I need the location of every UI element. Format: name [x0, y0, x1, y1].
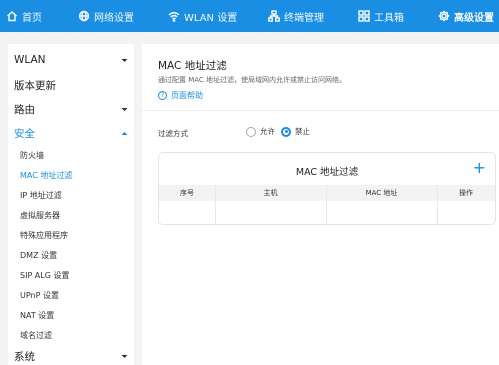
nav-advanced-settings-label: 高级设置 [454, 12, 494, 24]
column-divider [326, 185, 327, 224]
column-header-action: 操作 [459, 189, 473, 197]
page-description: 通过配置 MAC 地址过滤，使局域网内允许或禁止访问网络。 [158, 76, 347, 84]
radio-allow[interactable]: 允许 [246, 126, 275, 137]
radio-circle[interactable] [246, 126, 256, 137]
radio-deny-label: 禁止 [295, 127, 310, 136]
nav-advanced-settings[interactable]: 高级设置 [438, 0, 494, 32]
gear-icon [438, 10, 450, 22]
main-panel: MAC 地址过滤 通过配置 MAC 地址过滤，使局域网内允许或禁止访问网络。 ?… [142, 44, 499, 365]
column-divider [215, 185, 216, 224]
page-title: MAC 地址过滤 [158, 60, 227, 72]
radio-circle-selected[interactable] [281, 126, 291, 137]
sidebar-item-virtual-server[interactable]: 虚拟服务器 [20, 210, 128, 221]
column-header-host: 主机 [263, 189, 278, 197]
nav-network-settings-label: 网络设置 [94, 12, 134, 24]
sidebar-item-dmz[interactable]: DMZ 设置 [20, 250, 128, 261]
sidebar-item-ip-filter[interactable]: IP 地址过滤 [20, 190, 128, 201]
sidebar: WLAN 版本更新 路由 安全 防火墙 MAC 地址过滤 IP 地址过滤 虚拟服… [8, 44, 134, 365]
sidebar-item-label: 路由 [14, 104, 35, 116]
sidebar-item-firmware-update[interactable]: 版本更新 [14, 78, 128, 93]
sidebar-item-wlan[interactable]: WLAN [14, 54, 128, 66]
table-body-empty [159, 201, 495, 224]
radio-deny[interactable]: 禁止 [281, 126, 310, 137]
sidebar-item-label: SIP ALG 设置 [20, 271, 70, 280]
sidebar-item-label: 安全 [14, 128, 35, 140]
divider [142, 110, 499, 111]
sidebar-item-label: 虚拟服务器 [20, 211, 60, 220]
column-header-index: 序号 [180, 189, 194, 197]
sidebar-item-label: UPnP 设置 [20, 291, 59, 300]
sidebar-item-sip-alg[interactable]: SIP ALG 设置 [20, 270, 128, 281]
home-icon [7, 11, 17, 22]
sidebar-item-label: 版本更新 [14, 80, 56, 92]
nav-network-settings[interactable]: 网络设置 [78, 0, 134, 32]
sidebar-item-system[interactable]: 系统 [14, 349, 128, 364]
nav-home-label: 首页 [22, 12, 42, 24]
nav-wlan-settings-label: WLAN 设置 [184, 12, 238, 24]
sidebar-item-label: WLAN [14, 54, 46, 66]
help-icon: ? [158, 91, 167, 100]
filter-mode-label: 过滤方式 [158, 129, 188, 138]
sidebar-item-label: 特殊应用程序 [20, 231, 68, 240]
add-button[interactable]: + [473, 159, 486, 177]
nav-terminal-management-label: 终端管理 [284, 12, 324, 24]
sidebar-item-label: 防火墙 [20, 151, 44, 160]
sidebar-item-security[interactable]: 安全 [14, 126, 128, 141]
sidebar-item-label: DMZ 设置 [20, 251, 58, 260]
toolbox-icon [358, 10, 370, 22]
chevron-down-icon [121, 108, 128, 111]
chevron-down-icon [121, 58, 128, 62]
sidebar-item-domain-filter[interactable]: 域名过滤 [20, 330, 128, 341]
sidebar-item-label: 域名过滤 [20, 331, 52, 340]
page-help-label: 页面帮助 [171, 91, 203, 100]
nav-wlan-settings[interactable]: WLAN 设置 [168, 0, 237, 32]
nav-terminal-management[interactable]: 终端管理 [268, 0, 324, 32]
radio-allow-label: 允许 [260, 127, 275, 136]
sidebar-item-upnp[interactable]: UPnP 设置 [20, 290, 128, 301]
sidebar-item-routing[interactable]: 路由 [14, 102, 128, 117]
chevron-up-icon [121, 132, 128, 135]
table-header: 序号 主机 MAC 地址 操作 [159, 185, 495, 201]
globe-icon [78, 10, 90, 22]
sidebar-item-firewall[interactable]: 防火墙 [20, 150, 128, 161]
sidebar-item-label: NAT 设置 [20, 311, 55, 320]
chevron-down-icon [121, 355, 128, 358]
column-header-mac: MAC 地址 [365, 189, 398, 197]
page-help-link[interactable]: ? 页面帮助 [158, 90, 203, 101]
nav-toolbox-label: 工具箱 [374, 12, 404, 24]
devices-icon [268, 10, 280, 22]
sidebar-item-label: MAC 地址过滤 [20, 171, 73, 180]
sidebar-item-nat[interactable]: NAT 设置 [20, 310, 128, 321]
sidebar-item-label: 系统 [14, 351, 35, 363]
sidebar-item-special-apps[interactable]: 特殊应用程序 [20, 230, 128, 241]
sidebar-item-mac-filter[interactable]: MAC 地址过滤 [20, 170, 128, 181]
top-navigation-bar: 首页 网络设置 WLAN 设置 终端管理 工具箱 高级设置 [0, 0, 499, 32]
column-divider [437, 185, 438, 224]
wifi-icon [168, 12, 180, 22]
card-title: MAC 地址过滤 [295, 167, 359, 178]
nav-toolbox[interactable]: 工具箱 [358, 0, 404, 32]
sidebar-item-label: IP 地址过滤 [20, 191, 62, 200]
nav-home[interactable]: 首页 [6, 0, 42, 32]
mac-filter-card: MAC 地址过滤 + 序号 主机 MAC 地址 操作 [158, 152, 496, 225]
